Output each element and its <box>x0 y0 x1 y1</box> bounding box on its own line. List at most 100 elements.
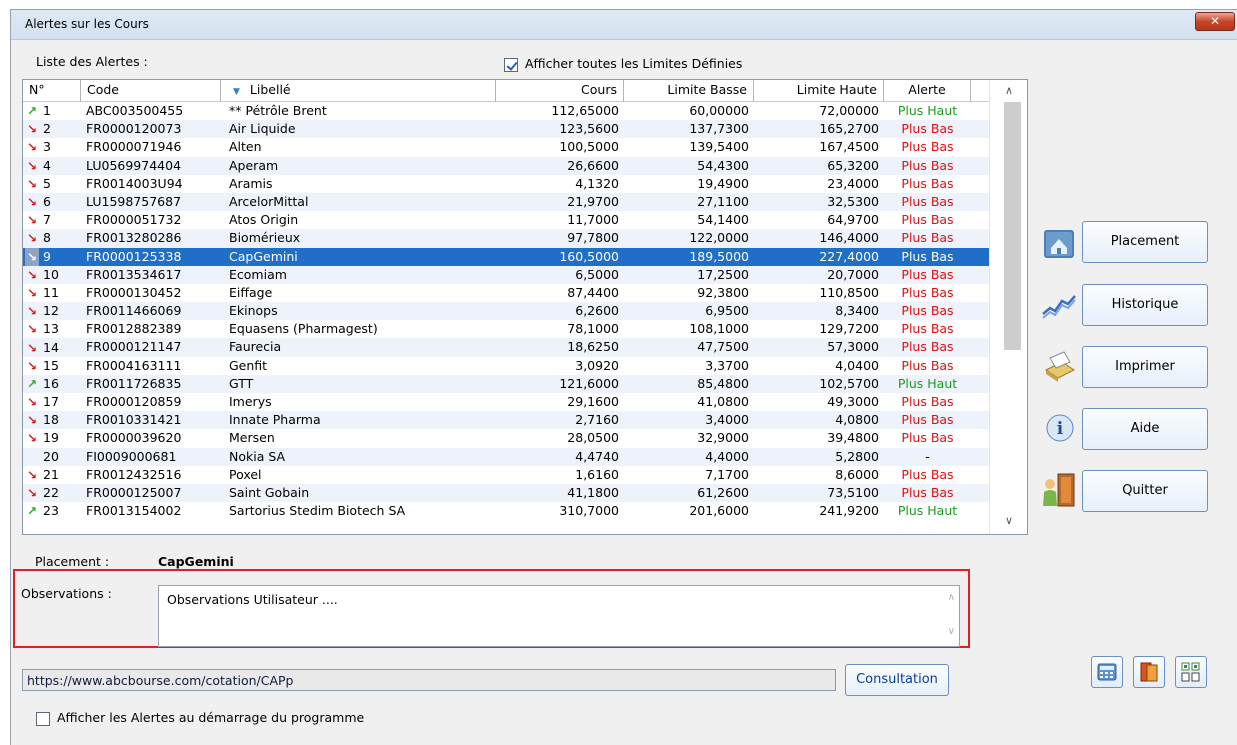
table-row[interactable]: ↘ 21 FR0012432516 Poxel 1,6160 7,1700 8,6000 Pl… <box>23 466 989 484</box>
exit-door-icon <box>1043 473 1075 507</box>
row-number: 21 <box>43 466 59 482</box>
table-row[interactable]: ↗ 16 FR0011726835 GTT 121,6000 85,4800 102,570… <box>23 374 989 393</box>
table-row[interactable]: ↘ 15 FR0004163111 Genfit 3,0920 3,3700 4,0400 P… <box>23 357 989 375</box>
table-row[interactable]: ↘ 4 LU0569974404 Aperam 26,6600 54,4300 65,320… <box>23 156 989 175</box>
alerte-cell: Plus Bas <box>901 284 954 300</box>
col-limite-basse-header[interactable]: Limite Basse <box>624 80 754 102</box>
libelle-cell: Air Liquide <box>229 121 296 137</box>
calculator-icon <box>1097 663 1117 681</box>
show-all-limits-checkbox[interactable] <box>504 58 518 72</box>
row-number-cell: ↘ 15 <box>23 357 81 375</box>
limite-basse-cell: 7,1700 <box>705 466 749 482</box>
limite-basse-cell: 137,7300 <box>689 121 749 137</box>
trend-down-icon: ↘ <box>26 340 38 355</box>
code-cell: ABC003500455 <box>86 103 184 118</box>
settings-grid-button[interactable] <box>1175 656 1207 688</box>
limite-basse-cell: 17,2500 <box>697 266 749 282</box>
table-row[interactable]: 20 FI0009000681 Nokia SA 4,4740 4,4000 5,2800… <box>23 447 989 466</box>
col-libelle-header[interactable]: ▼ Libellé <box>221 80 496 102</box>
book-icon <box>1140 662 1158 682</box>
scroll-up-icon[interactable]: ∧ <box>990 81 1027 101</box>
table-row[interactable]: ↘ 17 FR0000120859 Imerys 29,1600 41,0800 49,30… <box>23 393 989 411</box>
table-row[interactable]: ↘ 13 FR0012882389 Equasens (Pharmagest) 78,1… <box>23 320 989 338</box>
limite-basse-cell: 47,7500 <box>697 339 749 355</box>
table-row[interactable]: ↘ 3 FR0000071946 Alten 100,5000 139,5400 167,4… <box>23 138 989 156</box>
col-limite-haute-header[interactable]: Limite Haute <box>754 80 884 102</box>
limite-basse-cell: 92,3800 <box>697 284 749 300</box>
row-number: 10 <box>43 266 59 282</box>
table-row[interactable]: ↘ 14 FR0000121147 Faurecia 18,6250 47,7500 57,… <box>23 338 989 357</box>
code-cell: FR0010331421 <box>86 412 182 428</box>
imprimer-button[interactable]: Imprimer <box>1082 346 1208 388</box>
scroll-thumb[interactable] <box>1004 102 1021 350</box>
table-row[interactable]: ↘ 5 FR0014003U94 Aramis 4,1320 19,4900 23,4000… <box>23 175 989 193</box>
trend-down-icon: ↘ <box>25 247 39 266</box>
col-cours-header[interactable]: Cours <box>496 80 624 102</box>
calculator-button[interactable] <box>1091 656 1123 688</box>
libelle-cell: ** Pétrôle Brent <box>229 103 327 118</box>
close-button[interactable]: ✕ <box>1195 12 1235 31</box>
col-code-header[interactable]: Code <box>81 80 221 102</box>
alerts-grid[interactable]: N° Code ▼ Libellé Cours Limite Basse Limi… <box>22 79 1028 535</box>
table-row[interactable]: ↘ 18 FR0010331421 Innate Pharma 2,7160 3,4000… <box>23 411 989 430</box>
row-number-cell: ↘ 4 <box>23 157 81 175</box>
row-number-cell: ↘ 3 <box>23 138 81 156</box>
code-cell: FR0012432516 <box>86 466 182 482</box>
consultation-button[interactable]: Consultation <box>845 664 949 696</box>
alerte-cell: Plus Bas <box>901 248 954 264</box>
col-alerte-header[interactable]: Alerte <box>884 80 971 102</box>
row-number: 22 <box>43 485 59 501</box>
trend-down-icon: ↘ <box>26 486 38 501</box>
col-num-header[interactable]: N° <box>23 80 81 102</box>
table-row[interactable]: ↘ 10 FR0013534617 Ecomiam 6,5000 17,2500 20,70… <box>23 265 989 284</box>
cours-cell: 6,5000 <box>575 266 619 282</box>
table-row[interactable]: ↘ 2 FR0000120073 Air Liquide 123,5600 137,730… <box>23 120 989 139</box>
trend-up-icon: ↗ <box>26 376 38 391</box>
historique-button[interactable]: Historique <box>1082 284 1208 326</box>
table-row[interactable]: ↗ 1 ABC003500455 ** Pétrôle Brent 112,65000 6… <box>23 102 989 120</box>
trend-down-icon: ↘ <box>26 413 38 428</box>
alerte-cell: - <box>925 448 930 464</box>
table-row[interactable]: ↘ 12 FR0011466069 Ekinops 6,2600 6,9500 8,3400… <box>23 302 989 321</box>
limite-basse-cell: 85,4800 <box>697 375 749 391</box>
code-cell: FR0000121147 <box>86 339 182 355</box>
aide-button[interactable]: Aide <box>1082 408 1208 450</box>
obs-scroll-down-icon[interactable]: ∨ <box>948 626 955 637</box>
cours-cell: 2,7160 <box>575 412 619 428</box>
libelle-cell: Ekinops <box>229 303 278 319</box>
placement-button[interactable]: Placement <box>1082 221 1208 263</box>
table-row[interactable]: ↗ 23 FR0013154002 Sartorius Stedim Biotech … <box>23 502 989 520</box>
grid-scrollbar[interactable]: ∧ ∨ <box>989 80 1027 534</box>
alerte-cell: Plus Bas <box>901 412 954 428</box>
cours-cell: 18,6250 <box>567 339 619 355</box>
url-field[interactable]: https://www.abcbourse.com/cotation/CAPp <box>22 669 836 691</box>
cours-cell: 100,5000 <box>559 139 619 155</box>
book-button[interactable] <box>1133 656 1165 688</box>
table-row[interactable]: ↘ 7 FR0000051732 Atos Origin 11,7000 54,1400 6… <box>23 211 989 229</box>
table-row[interactable]: ↘ 9 FR0000125338 CapGemini 160,5000 189,5000 2… <box>23 247 989 266</box>
trend-up-icon: ↗ <box>26 504 38 519</box>
libelle-cell: Imerys <box>229 394 272 409</box>
table-row[interactable]: ↘ 19 FR0000039620 Mersen 28,0500 32,9000 39,48… <box>23 429 989 447</box>
row-number: 1 <box>43 103 51 119</box>
limite-haute-cell: 165,2700 <box>819 121 879 137</box>
observations-textarea[interactable]: Observations Utilisateur .... ∧ ∨ <box>158 585 960 647</box>
row-number: 14 <box>43 339 59 355</box>
code-cell: FR0013534617 <box>86 266 182 282</box>
table-row[interactable]: ↘ 11 FR0000130452 Eiffage 87,4400 92,3800 110,… <box>23 284 989 302</box>
alerte-cell: Plus Bas <box>901 357 954 373</box>
code-cell: FR0000039620 <box>86 430 182 446</box>
libelle-cell: Atos Origin <box>229 212 299 228</box>
table-row[interactable]: ↘ 8 FR0013280286 Biomérieux 97,7800 122,0000 1… <box>23 229 989 248</box>
table-row[interactable]: ↘ 6 LU1598757687 ArcelorMittal 21,9700 27,110… <box>23 192 989 212</box>
code-cell: LU0569974404 <box>86 157 182 173</box>
alerte-cell: Plus Haut <box>897 375 958 391</box>
libelle-cell: Genfit <box>229 357 268 373</box>
libelle-cell: Biomérieux <box>229 230 301 246</box>
startup-alerts-checkbox[interactable] <box>36 712 50 726</box>
obs-scroll-up-icon[interactable]: ∧ <box>948 592 955 603</box>
scroll-down-icon[interactable]: ∨ <box>990 511 1027 531</box>
quitter-button[interactable]: Quitter <box>1082 470 1208 512</box>
limite-basse-cell: 122,0000 <box>689 230 749 246</box>
table-row[interactable]: ↘ 22 FR0000125007 Saint Gobain 41,1800 61,260… <box>23 483 989 503</box>
